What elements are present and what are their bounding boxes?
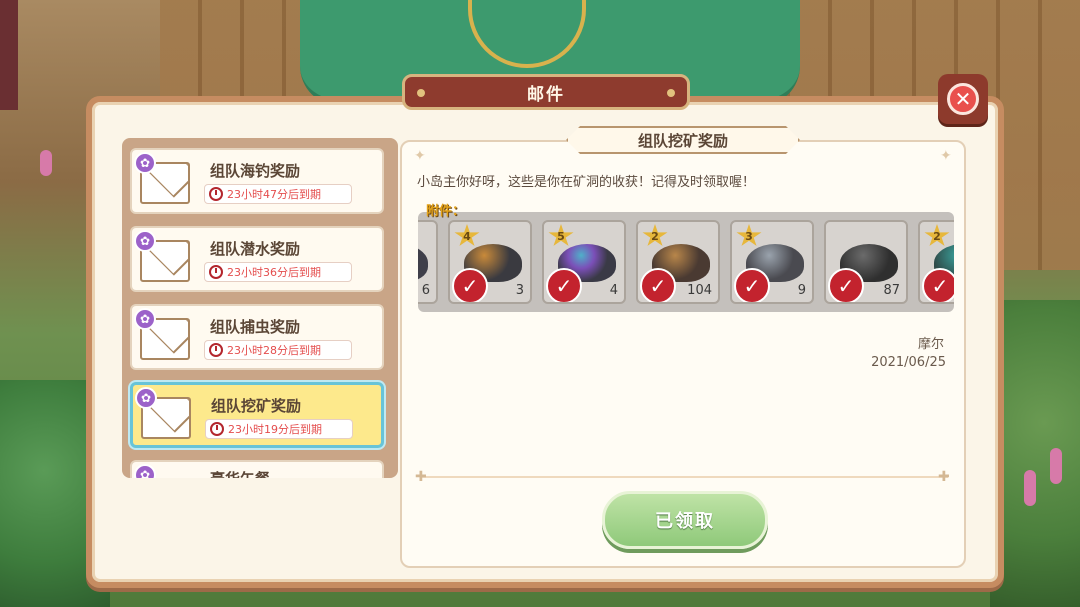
star-level: 5	[557, 229, 565, 243]
alarm-clock-icon	[209, 187, 223, 201]
expiry-text: 23小时47分后到期	[227, 188, 321, 201]
attachments-label: 附件：	[426, 204, 466, 219]
expiry-text: 23小时28分后到期	[227, 344, 321, 357]
mail-date: 2021/06/25	[871, 355, 946, 370]
mail-title: 豪华午餐	[210, 468, 270, 478]
corner-ornament: ✦	[940, 148, 952, 164]
attachment-slot[interactable]: 5 ✓ 4	[542, 220, 626, 304]
star-icon: 2	[924, 224, 950, 246]
check-icon: ✓	[640, 268, 676, 302]
close-button[interactable]: ✕	[938, 74, 988, 124]
mail-list-item[interactable]: ✿ 组队捕虫奖励 23小时28分后到期	[130, 304, 384, 370]
mail-body: 小岛主你好呀，这些是你在矿洞的收获！记得及时领取喔！	[417, 175, 756, 190]
star-icon: 5	[548, 224, 574, 246]
expiry-timer: 23小时19分后到期	[205, 419, 353, 439]
expiry-timer: 23小时36分后到期	[204, 262, 352, 282]
divider-ornament: ✚	[938, 469, 950, 485]
star-icon: 3	[736, 224, 762, 246]
attachment-slot[interactable]: 6	[418, 220, 438, 304]
item-quantity: 104	[687, 283, 712, 298]
attachment-slot[interactable]: 4 ✓ 3	[448, 220, 532, 304]
check-icon: ✓	[734, 268, 770, 302]
alarm-clock-icon	[209, 265, 223, 279]
mail-list-item[interactable]: ✿ 组队潜水奖励 23小时36分后到期	[130, 226, 384, 292]
item-quantity: 87	[883, 283, 900, 298]
check-icon: ✓	[922, 268, 954, 302]
star-level: 4	[463, 229, 471, 243]
background-flower	[1050, 448, 1062, 484]
star-icon: 4	[454, 224, 480, 246]
star-level: 2	[651, 229, 659, 243]
star-level: 2	[933, 229, 941, 243]
dialog-title: 邮件	[402, 74, 690, 110]
item-quantity: 9	[797, 283, 806, 298]
background-flower	[40, 150, 52, 176]
attachment-slot[interactable]: 2 ✓ 104	[636, 220, 720, 304]
mail-title: 组队海钓奖励	[210, 162, 301, 180]
expiry-timer: 23小时47分后到期	[204, 184, 352, 204]
mail-subject: 组队挖矿奖励	[566, 126, 800, 154]
gear-icon: ✿	[134, 464, 156, 478]
close-icon: ✕	[947, 83, 979, 115]
attachment-slot[interactable]: 2 ✓	[918, 220, 954, 304]
mail-list-item-selected[interactable]: ✿ 组队挖矿奖励 23小时19分后到期	[130, 382, 384, 448]
divider-ornament: ✚	[415, 469, 427, 485]
expiry-text: 23小时36分后到期	[227, 266, 321, 279]
star-level: 3	[745, 229, 753, 243]
mail-list[interactable]: ✿ 组队海钓奖励 23小时47分后到期 ✿ 组队潜水奖励 23小时36分后到期 …	[122, 138, 398, 478]
item-quantity: 3	[515, 283, 524, 298]
alarm-clock-icon	[210, 422, 224, 436]
dialog-title-text: 邮件	[527, 84, 565, 105]
item-quantity: 6	[421, 283, 430, 298]
mail-sender: 摩尔	[917, 337, 944, 352]
gear-icon: ✿	[134, 152, 156, 174]
background-pillar	[0, 0, 18, 110]
expiry-text: 23小时19分后到期	[228, 423, 322, 436]
claimed-button[interactable]: 已领取	[602, 491, 768, 549]
gear-icon: ✿	[134, 308, 156, 330]
mail-title: 组队挖矿奖励	[211, 397, 302, 415]
mail-title: 组队潜水奖励	[210, 240, 301, 258]
check-icon: ✓	[452, 268, 488, 302]
mail-subject-text: 组队挖矿奖励	[637, 131, 728, 150]
expiry-timer: 23小时28分后到期	[204, 340, 352, 360]
divider	[420, 476, 948, 478]
check-icon: ✓	[546, 268, 582, 302]
background-flower	[1024, 470, 1036, 506]
attachment-slot[interactable]: ✓ 87	[824, 220, 908, 304]
ore-item-icon	[418, 244, 428, 282]
mail-title: 组队捕虫奖励	[210, 318, 301, 336]
gear-icon: ✿	[135, 387, 157, 409]
star-icon: 2	[642, 224, 668, 246]
title-rivet	[417, 89, 425, 97]
title-rivet	[667, 89, 675, 97]
alarm-clock-icon	[209, 343, 223, 357]
item-quantity: 4	[609, 283, 618, 298]
claimed-button-label: 已领取	[655, 511, 715, 532]
mail-list-item[interactable]: ✿ 组队海钓奖励 23小时47分后到期	[130, 148, 384, 214]
mail-list-item-partial[interactable]: ✿ 豪华午餐	[130, 460, 384, 478]
gear-icon: ✿	[134, 230, 156, 252]
attachments-strip[interactable]: 6 4 ✓ 3 5 ✓ 4 2 ✓ 104 3 ✓ 9 ✓ 87 2 ✓	[418, 212, 954, 312]
check-icon: ✓	[828, 268, 864, 302]
attachment-slot[interactable]: 3 ✓ 9	[730, 220, 814, 304]
corner-ornament: ✦	[414, 148, 426, 164]
